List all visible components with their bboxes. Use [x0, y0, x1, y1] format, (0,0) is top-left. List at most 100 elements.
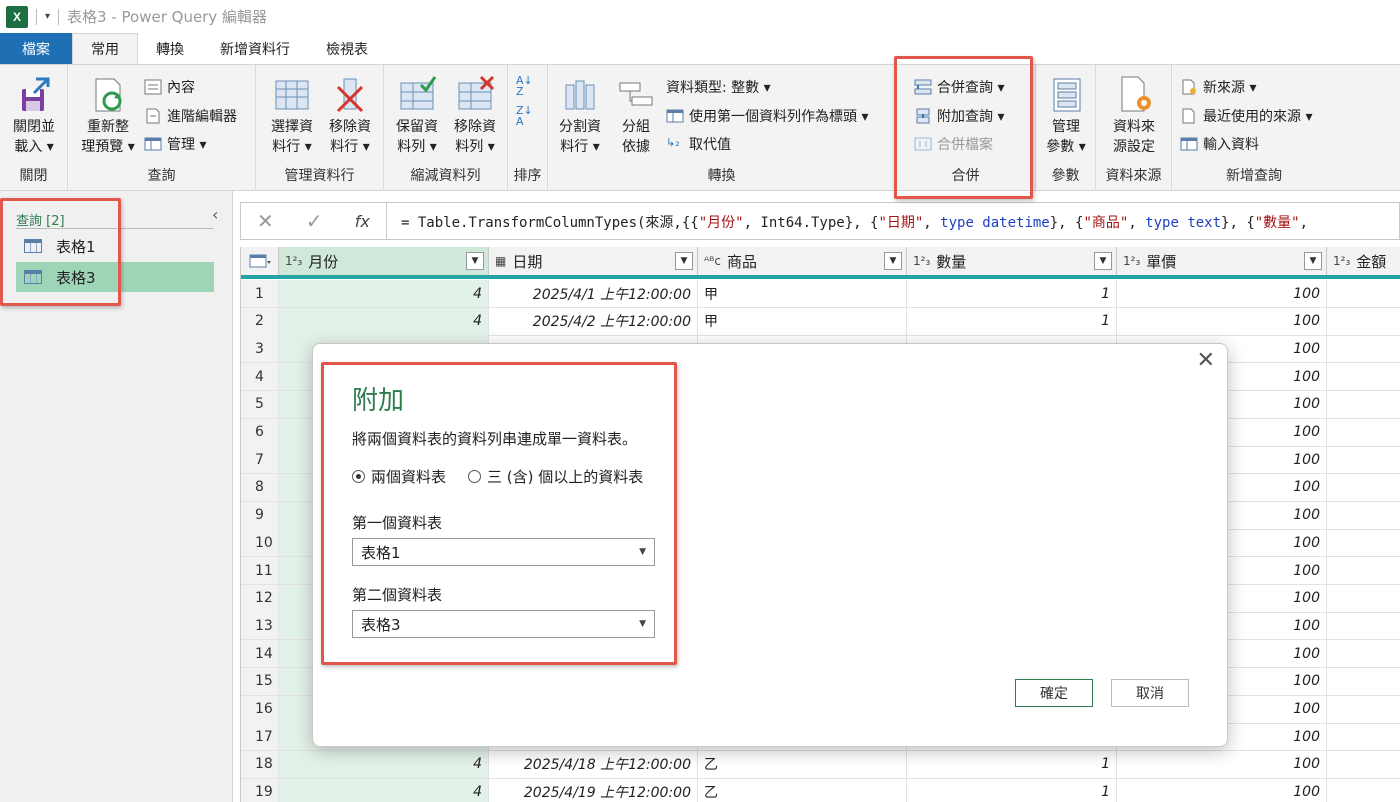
tab-home[interactable]: 常用	[72, 33, 138, 64]
row-number[interactable]: 7	[241, 446, 279, 474]
table-cell[interactable]: 100	[1117, 778, 1327, 802]
row-number[interactable]: 15	[241, 667, 279, 695]
new-source-button[interactable]: 新來源 ▾	[1180, 76, 1256, 98]
new-source-icon	[1180, 79, 1198, 95]
properties-button[interactable]: 內容	[144, 76, 195, 98]
row-number[interactable]: 17	[241, 723, 279, 751]
cancel-formula-icon[interactable]: ✕	[257, 209, 274, 233]
close-and-load-button[interactable]: 關閉並 載入 ▾	[6, 75, 62, 157]
refresh-preview-button[interactable]: 重新整 理預覽 ▾	[78, 75, 138, 157]
replace-values-button[interactable]: ↳₂ 取代值	[666, 133, 731, 155]
close-icon[interactable]: ✕	[1197, 348, 1215, 373]
row-number[interactable]: 3	[241, 335, 279, 363]
column-type-icon[interactable]: 1²₃	[1333, 254, 1350, 268]
advanced-editor-button[interactable]: 進階編輯器	[144, 105, 237, 127]
column-type-icon[interactable]: 1²₃	[1123, 254, 1140, 268]
collapse-pane-icon[interactable]: ‹	[212, 205, 218, 224]
tab-view[interactable]: 檢視表	[308, 33, 386, 64]
row-number[interactable]: 19	[241, 778, 279, 802]
column-header[interactable]: ▦ 日期 ▼	[489, 247, 698, 275]
table-cell[interactable]: 1	[907, 280, 1117, 307]
row-number[interactable]: 5	[241, 390, 279, 418]
cancel-button[interactable]: 取消	[1111, 679, 1189, 707]
row-number[interactable]: 13	[241, 612, 279, 640]
recent-sources-button[interactable]: 最近使用的來源 ▾	[1180, 105, 1312, 127]
fx-icon[interactable]: fx	[355, 212, 370, 231]
commit-formula-icon[interactable]: ✓	[306, 209, 323, 233]
formula-segment: }, {	[1049, 215, 1084, 231]
table-cell[interactable]: 4	[279, 778, 489, 802]
row-number[interactable]: 8	[241, 473, 279, 501]
formula-segment: type text	[1145, 215, 1222, 231]
keep-rows-button[interactable]: 保留資 料列 ▾	[388, 75, 446, 157]
ok-button[interactable]: 確定	[1015, 679, 1093, 707]
column-filter-dropdown-icon[interactable]: ▼	[466, 252, 484, 270]
table-cell[interactable]: 4	[279, 307, 489, 335]
table-cell[interactable]: 乙	[698, 750, 907, 778]
table-menu-icon[interactable]	[241, 247, 279, 275]
row-number[interactable]: 1	[241, 280, 279, 307]
row-number[interactable]: 9	[241, 501, 279, 529]
tab-add-column[interactable]: 新增資料行	[202, 33, 308, 64]
table-cell[interactable]: 1	[907, 750, 1117, 778]
column-header[interactable]: 1²₃ 單價 ▼	[1117, 247, 1327, 275]
ribbon: 關閉並 載入 ▾ 關閉 重新整 理預覽 ▾ 內容 進階編輯器 管理 ▾ 查詢 選…	[0, 64, 1400, 191]
table-cell[interactable]: 100	[1117, 280, 1327, 307]
column-header[interactable]: 1²₃ 月份 ▼	[279, 247, 489, 275]
group-by-button[interactable]: 分組 依據	[612, 75, 660, 157]
data-source-settings-button[interactable]: 資料來 源設定	[1104, 75, 1164, 157]
table-cell[interactable]: 4	[279, 280, 489, 307]
row-number[interactable]: 18	[241, 750, 279, 778]
column-filter-dropdown-icon[interactable]: ▼	[884, 252, 902, 270]
row-number[interactable]: 4	[241, 363, 279, 391]
column-type-icon[interactable]: 1²₃	[285, 254, 302, 268]
table-cell[interactable]: 2025/4/18 上午12:00:00	[489, 750, 698, 778]
sort-descending-button[interactable]: Z↓ A	[516, 105, 533, 127]
column-type-icon[interactable]: ᴬᴮc	[704, 254, 721, 268]
enter-data-button[interactable]: 輸入資料	[1180, 133, 1259, 155]
table-cell[interactable]: 2025/4/1 上午12:00:00	[489, 280, 698, 307]
column-header[interactable]: 1²₃ 金額	[1327, 247, 1400, 275]
row-number[interactable]: 12	[241, 584, 279, 612]
row-number[interactable]: 2	[241, 307, 279, 335]
remove-columns-button[interactable]: 移除資 料行 ▾	[320, 75, 380, 157]
column-type-icon[interactable]: ▦	[495, 254, 506, 268]
table-row: 19 4 2025/4/19 上午12:00:00 乙 1 100	[241, 778, 1400, 802]
column-type-icon[interactable]: 1²₃	[913, 254, 930, 268]
row-number[interactable]: 16	[241, 695, 279, 723]
quick-access-dropdown-icon[interactable]: ▾	[45, 11, 50, 22]
table-cell[interactable]: 2025/4/2 上午12:00:00	[489, 307, 698, 335]
table-cell[interactable]: 4	[279, 750, 489, 778]
table-cell[interactable]: 100	[1117, 307, 1327, 335]
refresh-icon	[88, 75, 128, 115]
table-cell[interactable]: 甲	[698, 280, 907, 307]
table-cell[interactable]: 1	[907, 778, 1117, 802]
table-row: 1 4 2025/4/1 上午12:00:00 甲 1 100	[241, 280, 1400, 308]
row-number[interactable]: 11	[241, 557, 279, 584]
column-filter-dropdown-icon[interactable]: ▼	[1094, 252, 1112, 270]
table-cell[interactable]: 2025/4/19 上午12:00:00	[489, 778, 698, 802]
column-filter-dropdown-icon[interactable]: ▼	[1304, 252, 1322, 270]
choose-columns-button[interactable]: 選擇資 料行 ▾	[264, 75, 320, 157]
row-number[interactable]: 10	[241, 529, 279, 557]
column-filter-dropdown-icon[interactable]: ▼	[675, 252, 693, 270]
column-header[interactable]: 1²₃ 數量 ▼	[907, 247, 1117, 275]
split-column-button[interactable]: 分割資 料行 ▾	[552, 75, 608, 157]
remove-rows-button[interactable]: 移除資 料列 ▾	[446, 75, 504, 157]
row-number[interactable]: 14	[241, 640, 279, 668]
manage-parameters-button[interactable]: 管理 參數 ▾	[1040, 75, 1092, 157]
sort-ascending-button[interactable]: A↓ Z	[516, 75, 533, 97]
data-type-label: 資料類型: 整數 ▾	[666, 80, 771, 96]
table-cell[interactable]: 1	[907, 307, 1117, 335]
tab-file[interactable]: 檔案	[0, 33, 72, 64]
data-type-dropdown[interactable]: 資料類型: 整數 ▾	[666, 76, 771, 98]
row-number[interactable]: 6	[241, 418, 279, 446]
tab-transform[interactable]: 轉換	[138, 33, 202, 64]
table-cell[interactable]: 乙	[698, 778, 907, 802]
manage-query-button[interactable]: 管理 ▾	[144, 133, 206, 155]
formula-input[interactable]: = Table.TransformColumnTypes(來源,{{"月份", …	[401, 212, 1308, 232]
use-first-row-as-headers-button[interactable]: 使用第一個資料列作為標頭 ▾	[666, 105, 868, 127]
table-cell[interactable]: 100	[1117, 750, 1327, 778]
table-cell[interactable]: 甲	[698, 307, 907, 335]
column-header[interactable]: ᴬᴮc 商品 ▼	[698, 247, 907, 275]
